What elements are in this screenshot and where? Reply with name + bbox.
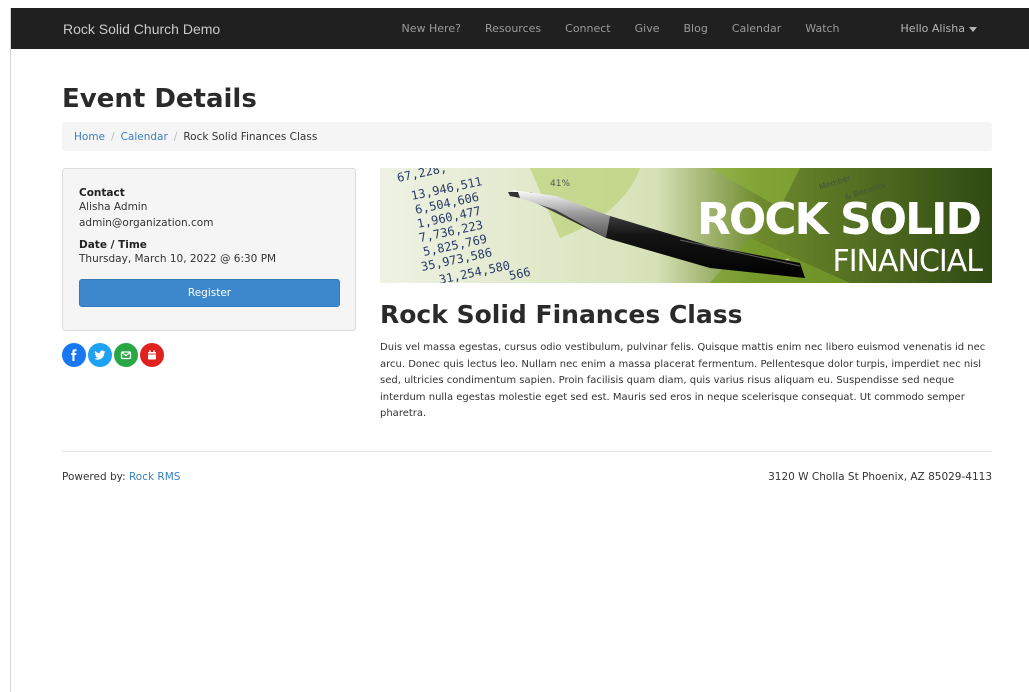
nav-item-new-here[interactable]: New Here? [402, 22, 461, 35]
banner-illustration: 67,228, 13,946,511 6,504,606 1,960,477 7… [380, 168, 992, 283]
footer-divider [62, 451, 992, 452]
banner-subline: FINANCIAL [832, 244, 983, 279]
social-share-bar [62, 343, 166, 367]
banner-headline: ROCK SOLID [697, 194, 980, 245]
email-icon [120, 351, 132, 360]
contact-email: admin@organization.com [79, 217, 214, 229]
banner-percent: 41% [550, 179, 570, 189]
facebook-icon [71, 349, 77, 361]
nav-item-connect[interactable]: Connect [565, 22, 610, 35]
event-description: Duis vel massa egestas, cursus odio vest… [380, 342, 986, 419]
nav-item-blog[interactable]: Blog [683, 22, 707, 35]
main-nav: New Here? Resources Connect Give Blog Ca… [378, 22, 977, 35]
contact-name: Alisha Admin [79, 201, 148, 213]
page-title: Event Details [62, 84, 257, 114]
event-info-card: Contact Alisha Admin admin@organization.… [62, 168, 356, 331]
nav-item-watch[interactable]: Watch [805, 22, 839, 35]
user-menu[interactable]: Hello Alisha [901, 22, 977, 35]
datetime-value: Thursday, March 10, 2022 @ 6:30 PM [79, 253, 277, 265]
top-navbar: Rock Solid Church Demo New Here? Resourc… [11, 8, 1029, 49]
breadcrumb-calendar[interactable]: Calendar [121, 131, 168, 143]
site-brand[interactable]: Rock Solid Church Demo [63, 21, 220, 37]
breadcrumb: Home / Calendar / Rock Solid Finances Cl… [62, 122, 992, 151]
breadcrumb-separator: / [173, 130, 178, 143]
browser-page: Rock Solid Church Demo New Here? Resourc… [10, 8, 1029, 692]
nav-item-resources[interactable]: Resources [485, 22, 541, 35]
breadcrumb-separator: / [111, 130, 115, 143]
twitter-share-button[interactable] [88, 343, 112, 367]
calendar-icon [148, 350, 156, 360]
powered-by-label: Powered by: [62, 471, 129, 483]
register-button[interactable]: Register [79, 279, 340, 307]
breadcrumb-current: Rock Solid Finances Class [183, 130, 318, 143]
facebook-share-button[interactable] [62, 343, 86, 367]
nav-item-calendar[interactable]: Calendar [732, 22, 781, 35]
event-title: Rock Solid Finances Class [380, 300, 743, 329]
rock-rms-link[interactable]: Rock RMS [129, 471, 180, 483]
email-share-button[interactable] [114, 343, 138, 367]
breadcrumb-home[interactable]: Home [74, 131, 105, 143]
contact-label: Contact [79, 187, 125, 199]
event-banner-image: 67,228, 13,946,511 6,504,606 1,960,477 7… [380, 168, 992, 283]
footer-address: 3120 W Cholla St Phoenix, AZ 85029-4113 [768, 471, 992, 483]
datetime-label: Date / Time [79, 239, 147, 251]
calendar-add-button[interactable] [140, 343, 164, 367]
caret-down-icon [969, 26, 977, 32]
nav-item-give[interactable]: Give [635, 22, 660, 35]
footer-powered-by: Powered by: Rock RMS [62, 471, 180, 483]
user-greeting: Hello Alisha [900, 22, 965, 35]
twitter-icon [94, 350, 106, 360]
